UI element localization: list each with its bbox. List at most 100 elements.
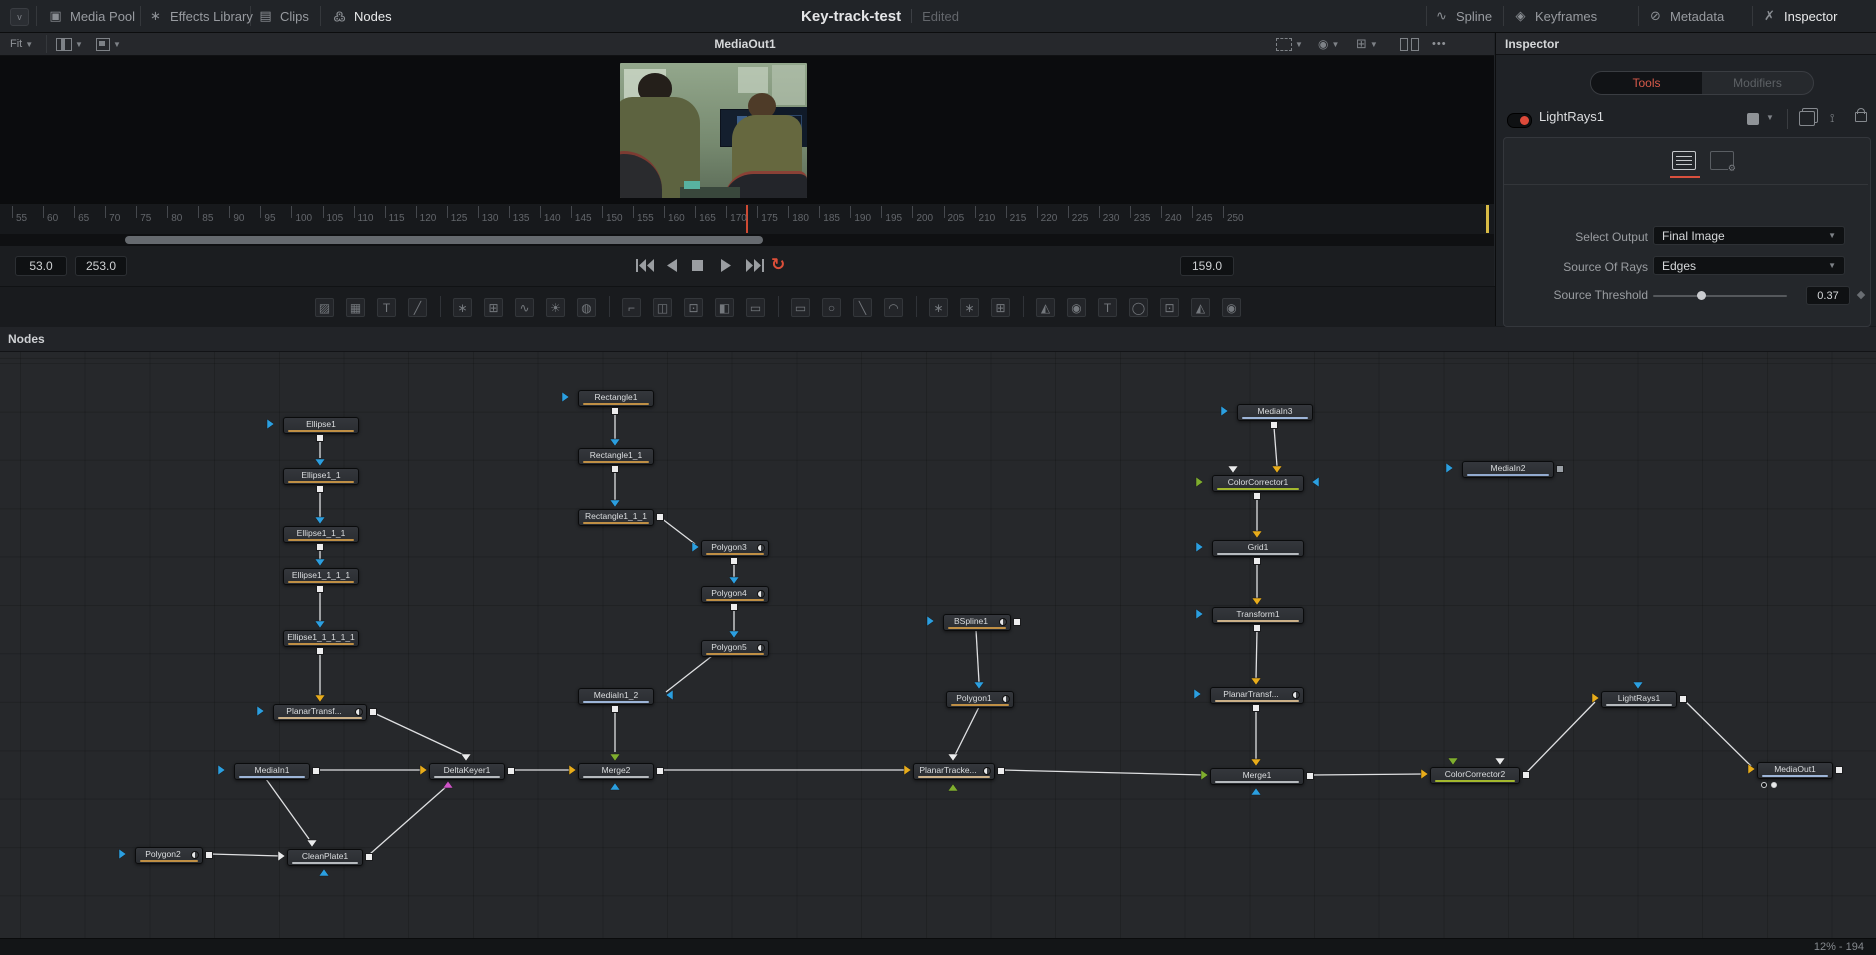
tool-icon-23[interactable]: T [1098, 298, 1117, 317]
grid-options-dropdown[interactable]: ⊞ ▼ [1356, 33, 1378, 55]
node-mediaout1[interactable]: MediaOut1 [1757, 762, 1833, 779]
loop-button[interactable]: ↻ [771, 255, 785, 275]
output-port[interactable] [1253, 624, 1261, 632]
output-port[interactable] [611, 465, 619, 473]
range-start-field[interactable]: 53.0 [15, 256, 67, 276]
node-transform1[interactable]: Transform1 [1212, 607, 1304, 624]
output-port[interactable] [1253, 492, 1261, 500]
output-port[interactable] [507, 767, 515, 775]
timeline-ruler[interactable]: 55 60 65 70 75 80 85 90 95 100 105 110 115 120 125 130 1… [0, 203, 1494, 235]
node-grid1[interactable]: Grid1 [1212, 540, 1304, 557]
node-mediain1_2[interactable]: MediaIn1_2 [578, 688, 654, 705]
output-port[interactable] [1679, 695, 1687, 703]
node-ellipse1_1_1[interactable]: Ellipse1_1_1 [283, 526, 359, 543]
node-polygon4[interactable]: Polygon4 [701, 586, 769, 603]
keyframe-diamond-icon[interactable] [1856, 290, 1866, 300]
node-merge2[interactable]: Merge2 [578, 763, 654, 780]
node-planartransf[interactable]: PlanarTransf... [273, 704, 367, 721]
panel-button-inspector[interactable]: ✗ Inspector [1762, 0, 1837, 32]
tool-icon-8[interactable]: ◍ [577, 298, 596, 317]
output-port[interactable] [316, 485, 324, 493]
tool-icon-7[interactable]: ☀ [546, 298, 565, 317]
range-end-field[interactable]: 253.0 [75, 256, 127, 276]
collapse-ui-button[interactable]: v [10, 8, 29, 26]
output-port[interactable] [205, 851, 213, 859]
play-button[interactable] [720, 258, 738, 273]
node-deltakeyer1[interactable]: DeltaKeyer1 [429, 763, 505, 780]
select-output-dropdown[interactable]: Final Image ▼ [1653, 226, 1845, 245]
output-port[interactable] [656, 767, 664, 775]
node-mediain2[interactable]: MediaIn2 [1462, 461, 1554, 478]
tool-icon-0[interactable]: ▨ [315, 298, 334, 317]
node-colorcorrector2[interactable]: ColorCorrector2 [1430, 767, 1520, 784]
tool-icon-26[interactable]: ◭ [1191, 298, 1210, 317]
zoom-fit-dropdown[interactable]: Fit ▼ [10, 33, 33, 55]
tab-tools[interactable]: Tools [1591, 72, 1702, 94]
tool-icon-12[interactable]: ◧ [715, 298, 734, 317]
panel-button-keyframes[interactable]: ◈ Keyframes [1513, 0, 1598, 32]
timeline-scrollbar[interactable] [0, 234, 1494, 246]
node-polygon3[interactable]: Polygon3 [701, 540, 769, 557]
tool-icon-19[interactable]: ∗ [960, 298, 979, 317]
node-bspline1[interactable]: BSpline1 [943, 614, 1011, 631]
node-polygon2[interactable]: Polygon2 [135, 847, 203, 864]
output-port[interactable] [1556, 465, 1564, 473]
scrollbar-thumb[interactable] [125, 236, 763, 244]
tool-icon-16[interactable]: ╲ [853, 298, 872, 317]
source-threshold-slider[interactable] [1653, 291, 1787, 300]
output-port[interactable] [1270, 421, 1278, 429]
output-port[interactable] [730, 603, 738, 611]
tool-icon-21[interactable]: ◭ [1036, 298, 1055, 317]
node-mediain3[interactable]: MediaIn3 [1237, 404, 1313, 421]
tool-icon-1[interactable]: ▦ [346, 298, 365, 317]
play-reverse-button[interactable] [666, 258, 684, 273]
node-planartransf[interactable]: PlanarTransf... [1210, 687, 1304, 704]
tool-icon-9[interactable]: ⌐ [622, 298, 641, 317]
node-cleanplate1[interactable]: CleanPlate1 [287, 849, 363, 866]
go-to-end-button[interactable] [746, 258, 764, 273]
source-threshold-field[interactable]: 0.37 [1806, 286, 1850, 305]
page-button-clips[interactable]: ▤ Clips [258, 0, 309, 32]
viewer-canvas[interactable] [0, 56, 1494, 203]
tool-icon-25[interactable]: ⊡ [1160, 298, 1179, 317]
chevron-down-icon[interactable]: ▼ [1766, 113, 1774, 122]
node-ellipse1_1[interactable]: Ellipse1_1 [283, 468, 359, 485]
tool-icon-14[interactable]: ▭ [791, 298, 810, 317]
page-button-nodes[interactable]: ߷ Nodes [332, 0, 391, 32]
node-rectangle1_1[interactable]: Rectangle1_1 [578, 448, 654, 465]
tool-icon-27[interactable]: ◉ [1222, 298, 1241, 317]
node-graph-area[interactable] [0, 352, 1876, 938]
page-button-media-pool[interactable]: ▣ Media Pool [48, 0, 135, 32]
tool-icon-6[interactable]: ∿ [515, 298, 534, 317]
tool-icon-20[interactable]: ⊞ [991, 298, 1010, 317]
node-polygon1[interactable]: Polygon1 [946, 691, 1014, 708]
node-color-swatch[interactable] [1747, 113, 1759, 125]
output-port[interactable] [656, 513, 664, 521]
output-port[interactable] [730, 557, 738, 565]
tool-icon-5[interactable]: ⊞ [484, 298, 503, 317]
node-ellipse1[interactable]: Ellipse1 [283, 417, 359, 434]
roi-dropdown[interactable]: ▼ [1276, 33, 1303, 55]
tool-icon-17[interactable]: ◠ [884, 298, 903, 317]
output-port[interactable] [316, 434, 324, 442]
node-rectangle1[interactable]: Rectangle1 [578, 390, 654, 407]
settings-tab[interactable]: ⚙ [1710, 151, 1736, 173]
output-port[interactable] [1522, 771, 1530, 779]
node-enable-toggle[interactable] [1507, 113, 1532, 128]
go-to-start-button[interactable] [636, 258, 654, 273]
node-merge1[interactable]: Merge1 [1210, 768, 1304, 785]
tool-icon-24[interactable]: ◯ [1129, 298, 1148, 317]
output-port[interactable] [312, 767, 320, 775]
node-rectangle1_1_1[interactable]: Rectangle1_1_1 [578, 509, 654, 526]
tool-icon-11[interactable]: ⊡ [684, 298, 703, 317]
node-polygon5[interactable]: Polygon5 [701, 640, 769, 657]
output-port[interactable] [1252, 704, 1260, 712]
tool-icon-3[interactable]: ╱ [408, 298, 427, 317]
panel-button-spline[interactable]: ∿ Spline [1434, 0, 1492, 32]
output-port[interactable] [1835, 766, 1843, 774]
stop-button[interactable] [692, 258, 710, 273]
viewer-mode-dropdown[interactable]: ▼ [96, 33, 121, 55]
output-port[interactable] [369, 708, 377, 716]
output-port[interactable] [365, 853, 373, 861]
lock-icon[interactable] [1855, 108, 1867, 122]
